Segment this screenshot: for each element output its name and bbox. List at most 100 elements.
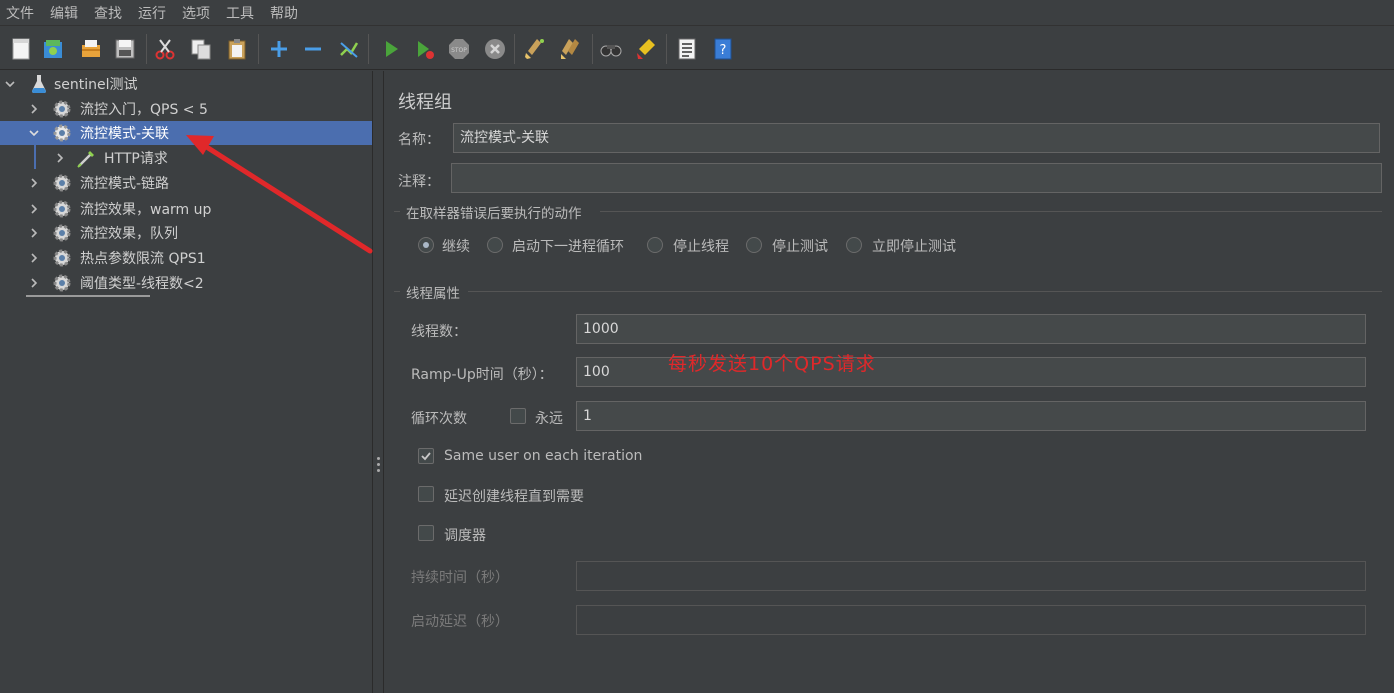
radio-stop-test-label[interactable]: 停止测试 — [772, 236, 828, 256]
threads-label: 线程数： — [411, 324, 467, 340]
drag-indicator — [26, 295, 150, 297]
radio-stop-test-now-label[interactable]: 立即停止测试 — [872, 236, 956, 256]
tree-item-child[interactable]: HTTP请求 — [0, 146, 372, 170]
rampup-label: Ramp-Up时间（秒）： — [411, 367, 553, 383]
svg-text:STOP: STOP — [451, 47, 467, 54]
group-border — [468, 291, 1382, 292]
gear-icon — [51, 247, 73, 269]
copy-icon[interactable] — [188, 36, 214, 62]
radio-start-next-loop-label[interactable]: 启动下一进程循环 — [512, 236, 624, 256]
open-icon[interactable] — [78, 36, 104, 62]
tree-label: 阈值类型-线程数<2 — [80, 276, 204, 292]
comment-input[interactable] — [451, 163, 1382, 193]
templates-icon[interactable] — [40, 36, 66, 62]
radio-stop-test-now[interactable] — [846, 237, 862, 253]
threads-input[interactable]: 1000 — [576, 314, 1366, 344]
gear-icon — [51, 198, 73, 220]
tree-label: 流控模式-链路 — [80, 176, 170, 192]
loop-label: 循环次数 — [411, 411, 467, 427]
help-icon[interactable]: ? — [710, 36, 736, 62]
tree-item-selected[interactable]: 流控模式-关联 — [0, 121, 372, 145]
scheduler-checkbox[interactable] — [418, 525, 434, 541]
tree-label: sentinel测试 — [54, 77, 138, 93]
duration-label: 持续时间（秒） — [411, 570, 509, 586]
radio-continue[interactable] — [418, 237, 434, 253]
radio-stop-test[interactable] — [746, 237, 762, 253]
tree-label: 热点参数限流 QPS1 — [80, 251, 206, 267]
error-action-title: 在取样器错误后要执行的动作 — [406, 206, 582, 222]
thread-group-panel: 线程组 名称： 流控模式-关联 注释： 在取样器错误后要执行的动作 继续 启动下… — [384, 71, 1394, 693]
chevron-right-icon[interactable] — [54, 152, 66, 164]
stop-icon[interactable]: STOP — [446, 36, 472, 62]
pipette-icon — [76, 147, 98, 169]
tree-item[interactable]: 阈值类型-线程数<2 — [0, 271, 372, 295]
function-helper-icon[interactable] — [674, 36, 700, 62]
menu-options[interactable]: 选项 — [182, 3, 210, 23]
tree-item[interactable]: 热点参数限流 QPS1 — [0, 246, 372, 270]
tree-item[interactable]: 流控效果，warm up — [0, 197, 372, 221]
same-user-checkbox[interactable] — [418, 448, 434, 464]
same-user-label[interactable]: Same user on each iteration — [444, 448, 642, 464]
group-border — [394, 291, 400, 292]
forever-label[interactable]: 永远 — [535, 408, 563, 428]
tree-item[interactable]: 流控效果，队列 — [0, 221, 372, 245]
thread-props-title: 线程属性 — [406, 286, 460, 302]
chevron-right-icon[interactable] — [28, 227, 40, 239]
startup-delay-input[interactable] — [576, 605, 1366, 635]
chevron-right-icon[interactable] — [28, 177, 40, 189]
delay-thread-label[interactable]: 延迟创建线程直到需要 — [444, 486, 584, 506]
radio-start-next-loop[interactable] — [487, 237, 503, 253]
clear-all-icon[interactable] — [558, 36, 584, 62]
gear-icon — [51, 98, 73, 120]
chevron-right-icon[interactable] — [28, 203, 40, 215]
clear-icon[interactable] — [522, 36, 548, 62]
group-border — [600, 211, 1382, 212]
start-no-pause-icon[interactable] — [412, 36, 438, 62]
grip-dot — [377, 457, 380, 460]
menu-edit[interactable]: 编辑 — [50, 3, 78, 23]
menu-search[interactable]: 查找 — [94, 3, 122, 23]
group-border — [394, 211, 400, 212]
scheduler-label[interactable]: 调度器 — [444, 525, 486, 545]
new-icon[interactable] — [8, 36, 34, 62]
duration-input[interactable] — [576, 561, 1366, 591]
reset-search-icon[interactable] — [634, 36, 660, 62]
paste-icon[interactable] — [224, 36, 250, 62]
cut-icon[interactable] — [152, 36, 178, 62]
radio-stop-thread-label[interactable]: 停止线程 — [673, 236, 729, 256]
delay-thread-checkbox[interactable] — [418, 486, 434, 502]
menu-help[interactable]: 帮助 — [270, 3, 298, 23]
toggle-icon[interactable] — [336, 36, 362, 62]
chevron-right-icon[interactable] — [28, 103, 40, 115]
chevron-right-icon[interactable] — [28, 277, 40, 289]
tree-label: 流控效果，队列 — [80, 226, 178, 242]
search-icon[interactable] — [598, 36, 624, 62]
tree-item[interactable]: 流控入门，QPS < 5 — [0, 97, 372, 121]
start-icon[interactable] — [378, 36, 404, 62]
forever-checkbox[interactable] — [510, 408, 526, 424]
gear-icon — [51, 122, 73, 144]
radio-stop-thread[interactable] — [647, 237, 663, 253]
menu-tools[interactable]: 工具 — [226, 3, 254, 23]
radio-continue-label[interactable]: 继续 — [442, 236, 470, 256]
chevron-down-icon[interactable] — [28, 127, 40, 139]
gear-icon — [51, 272, 73, 294]
tree-item[interactable]: 流控模式-链路 — [0, 171, 372, 195]
chevron-right-icon[interactable] — [28, 252, 40, 264]
tree-root[interactable]: sentinel测试 — [0, 72, 372, 96]
shutdown-icon[interactable] — [482, 36, 508, 62]
panel-splitter[interactable] — [372, 71, 384, 693]
grip-dot — [377, 463, 380, 466]
menu-run[interactable]: 运行 — [138, 3, 166, 23]
menu-file[interactable]: 文件 — [6, 3, 34, 23]
check-icon — [421, 452, 431, 461]
loop-count-input[interactable]: 1 — [576, 401, 1366, 431]
tree-label: 流控效果，warm up — [80, 202, 212, 218]
name-input[interactable]: 流控模式-关联 — [453, 123, 1380, 153]
comment-label: 注释： — [398, 174, 440, 190]
save-icon[interactable] — [112, 36, 138, 62]
chevron-down-icon[interactable] — [4, 78, 16, 90]
expand-icon[interactable] — [266, 36, 292, 62]
collapse-icon[interactable] — [300, 36, 326, 62]
svg-text:?: ? — [720, 43, 727, 58]
